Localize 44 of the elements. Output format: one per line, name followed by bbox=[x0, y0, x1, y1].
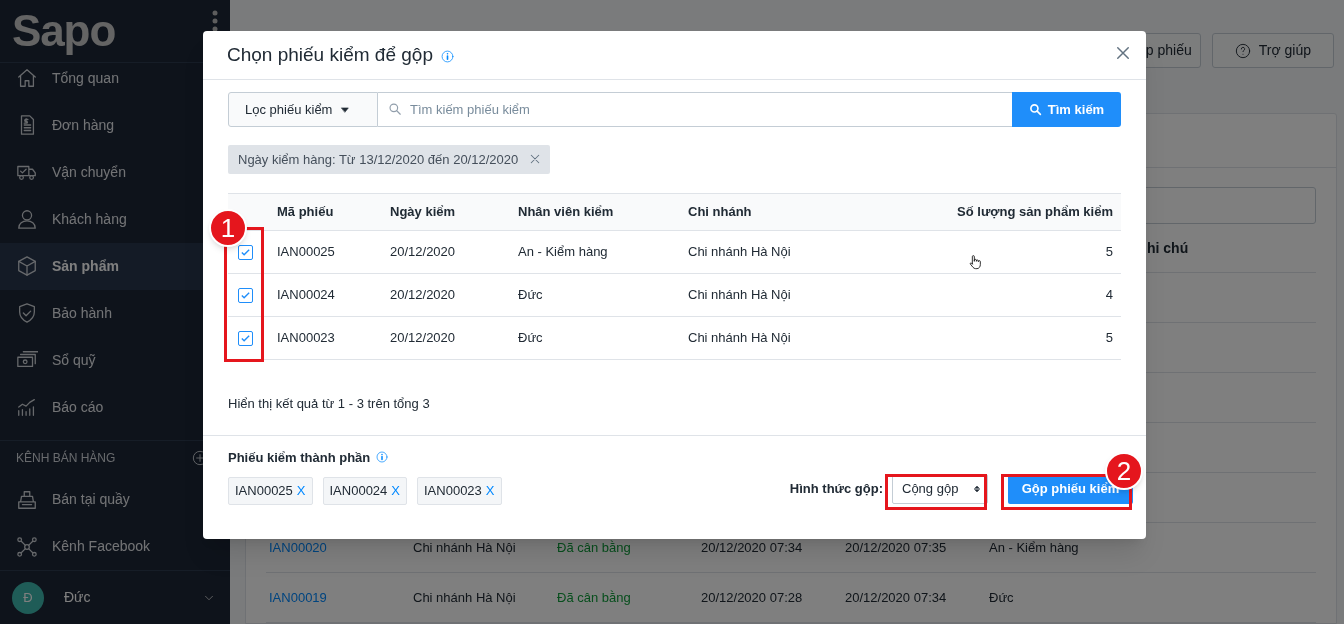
user-name: Đức bbox=[64, 588, 92, 608]
table-cell-text: Đức bbox=[989, 588, 1015, 607]
field-label: Hình thức gộp: bbox=[789, 480, 883, 499]
column-header: Số lượng sản phẩm kiểm bbox=[956, 203, 1113, 222]
logo: Sapo bbox=[12, 8, 116, 53]
table-cell-text: 5 bbox=[1104, 243, 1113, 262]
modal-title: Chọn phiếu kiểm để gộp bbox=[227, 42, 433, 67]
chip-label: IAN00025 bbox=[235, 482, 293, 501]
table-cell-text: Đã cân bằng bbox=[557, 588, 632, 607]
chip-label: IAN00023 bbox=[424, 482, 482, 501]
table-cell-text: 4 bbox=[1104, 286, 1113, 305]
column-header: Mã phiếu bbox=[277, 203, 335, 222]
table-cell-text: Đức bbox=[518, 329, 544, 348]
table-cell-text: 5 bbox=[1104, 329, 1113, 348]
section-heading: KÊNH BÁN HÀNG bbox=[16, 449, 116, 468]
table-cell-text: Chi nhánh Hà Nội bbox=[413, 588, 517, 607]
table-cell-text: 20/12/2020 07:34 bbox=[701, 538, 804, 557]
table-cell-text: 20/12/2020 07:28 bbox=[701, 588, 804, 607]
result-summary: Hiển thị kết quả từ 1 - 3 trên tổng 3 bbox=[228, 395, 431, 413]
table-cell-text: An - Kiểm hàng bbox=[989, 538, 1080, 557]
filter-tag-label: Ngày kiểm hàng: Từ 13/12/2020 đến 20/12/2020 bbox=[238, 150, 519, 169]
step-number: 1 bbox=[209, 209, 247, 247]
table-cell-text: Chi nhánh Hà Nội bbox=[413, 538, 517, 557]
user-avatar: Đ bbox=[12, 581, 44, 614]
table-cell-text: 20/12/2020 bbox=[390, 329, 457, 348]
column-header: Ngày kiểm bbox=[390, 203, 457, 222]
table-cell-text: An - Kiểm hàng bbox=[518, 243, 609, 262]
table-cell-text: IAN00025 bbox=[277, 243, 336, 262]
table-cell-text: Chi nhánh Hà Nội bbox=[688, 286, 792, 305]
table-cell-text: 20/12/2020 bbox=[390, 286, 457, 305]
chip-label: IAN00024 bbox=[329, 482, 388, 501]
column-header: Chi nhánh bbox=[688, 203, 753, 222]
table-cell-text: IAN00023 bbox=[277, 329, 336, 348]
table-cell-text: 20/12/2020 bbox=[390, 243, 457, 262]
table-cell-text: Đã cân bằng bbox=[557, 538, 632, 557]
table-cell-text: Chi nhánh Hà Nội bbox=[688, 243, 792, 262]
column-header: hi chú bbox=[1147, 238, 1189, 258]
table-cell-text: Chi nhánh Hà Nội bbox=[688, 329, 792, 348]
table-cell-text: 20/12/2020 07:35 bbox=[845, 538, 948, 557]
table-cell-text: 20/12/2020 07:34 bbox=[845, 588, 948, 607]
table-cell-text: IAN00024 bbox=[277, 286, 336, 305]
section-label: Phiếu kiểm thành phần bbox=[228, 448, 371, 467]
column-header: Nhân viên kiểm bbox=[518, 203, 615, 222]
table-cell-text: Đức bbox=[518, 286, 544, 305]
